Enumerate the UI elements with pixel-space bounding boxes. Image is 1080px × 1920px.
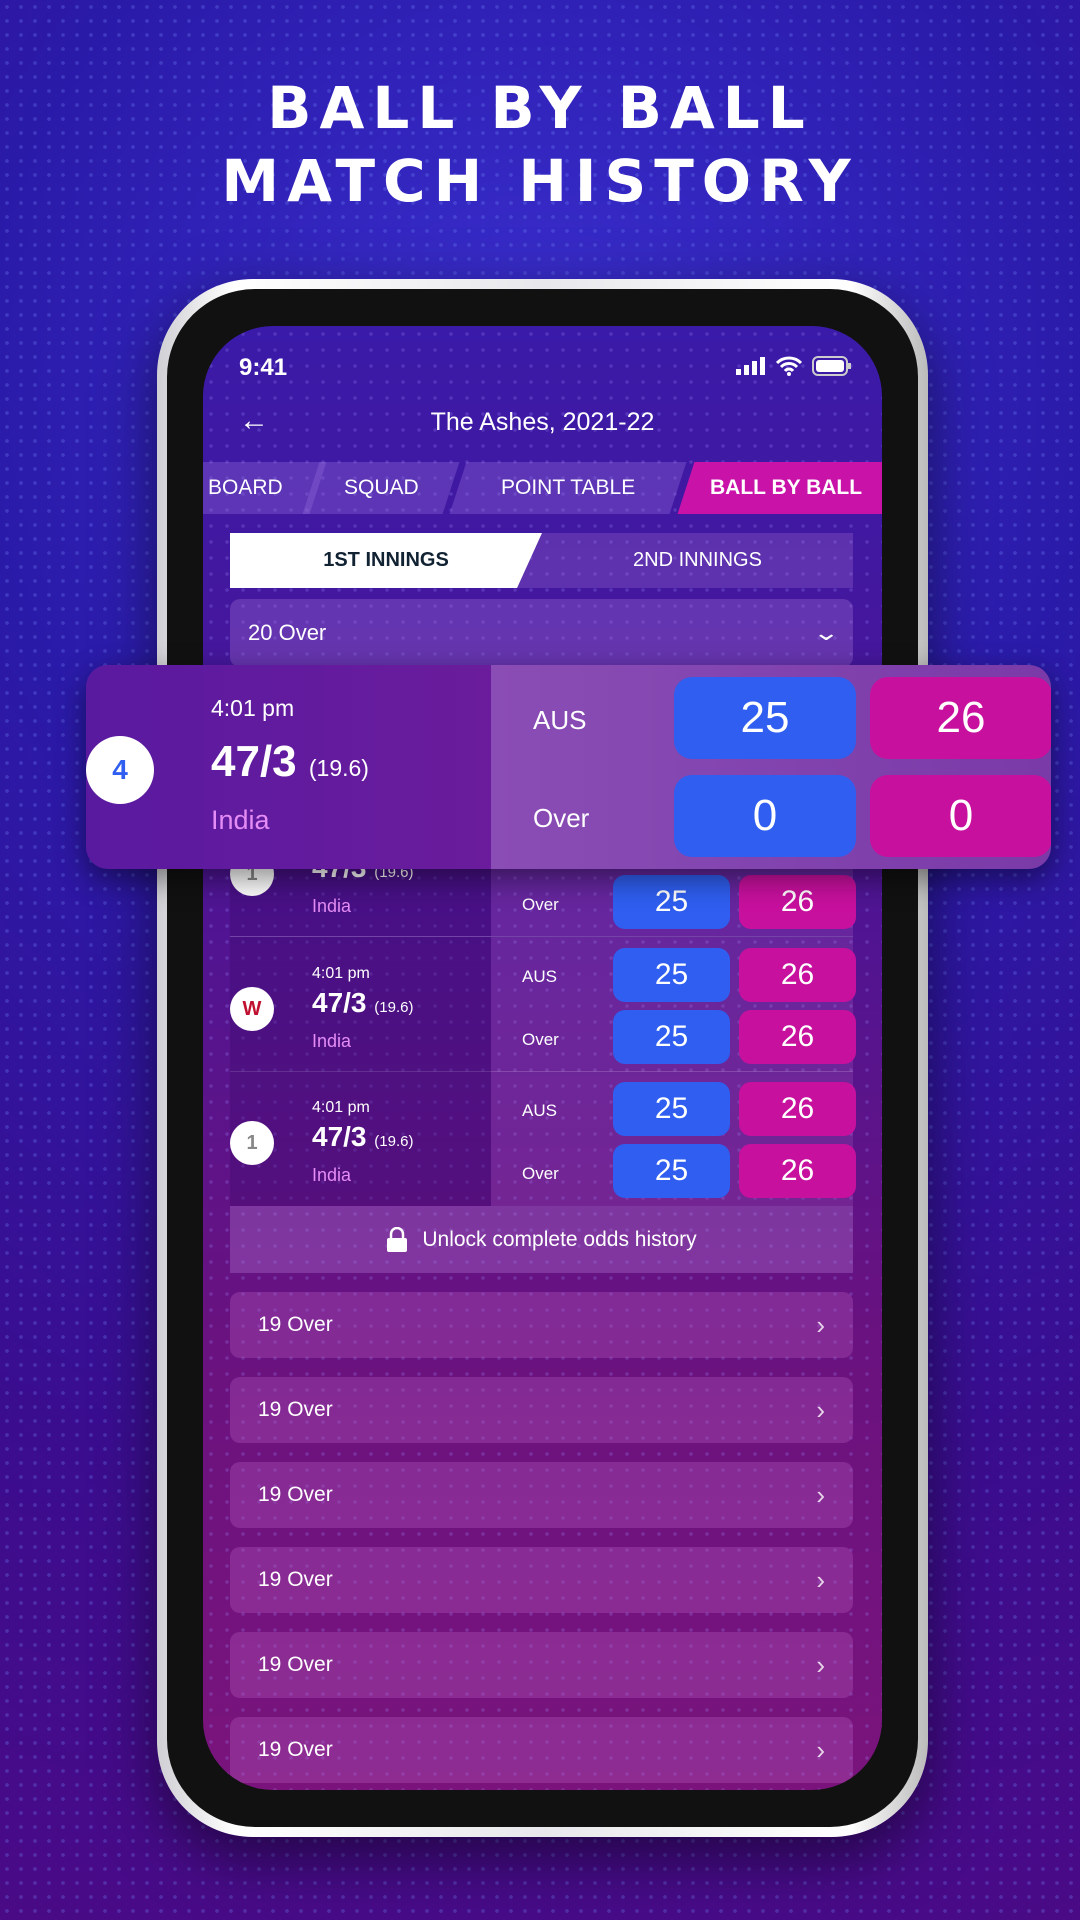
odds-lay-button[interactable]: 26 [739,1010,856,1064]
app-screen: 9:41 ← The Ashes, 2021-22 BOARD SQUAD PO… [203,326,882,1790]
ball-result-badge: W [230,987,274,1031]
ball-result-badge: 1 [230,1121,274,1165]
ball-score: 47/3 (19.6) [312,1121,414,1152]
odds-label: Over [522,1164,559,1183]
odds-back-button[interactable]: 25 [613,1144,730,1198]
page-title: The Ashes, 2021-22 [430,408,655,436]
headline-line2: MATCH HISTORY [221,147,859,215]
over-item[interactable]: 19 Over › [230,1377,853,1443]
lock-icon [387,1226,408,1252]
odds-label: AUS [533,705,587,735]
tab-squad[interactable]: SQUAD [302,462,460,514]
over-item[interactable]: 19 Over › [230,1462,853,1528]
ball-time: 4:01 pm [211,695,295,721]
batting-team: India [312,1031,352,1051]
batting-team: India [312,896,352,916]
battery-icon [812,356,851,376]
odds-back-button[interactable]: 25 [674,677,856,759]
odds-lay-button[interactable]: 26 [739,1082,856,1136]
odds-back-button[interactable]: 25 [613,948,730,1002]
odds-back-button[interactable]: 25 [613,1082,730,1136]
status-icons [736,356,852,376]
ball-time: 4:01 pm [312,965,370,982]
ball-row: 1 4:01 pm 47/3 (19.6) India AUS Over 25 … [230,1071,856,1206]
odds-label: AUS [522,967,557,986]
batting-team: India [211,805,270,835]
ball-row: W 4:01 pm 47/3 (19.6) India AUS Over 25 … [230,937,856,1072]
odds-back-button[interactable]: 25 [613,1010,730,1064]
ball-score: 47/3 (19.6) [211,737,369,786]
odds-lay-button[interactable]: 26 [870,677,1051,759]
chevron-right-icon: › [816,1564,825,1595]
status-time: 9:41 [239,354,288,381]
signal-icon [736,357,765,375]
over-item[interactable]: 19 Over › [230,1717,853,1783]
odds-lay-button[interactable]: 26 [739,1144,856,1198]
odds-lay-button[interactable]: 0 [870,775,1051,857]
tab-point-table[interactable]: POINT TABLE [449,462,687,514]
odds-label: Over [533,803,590,833]
featured-ball-card: 4 4:01 pm 47/3 (19.6) India AUS Over 25 … [86,665,1051,869]
chevron-down-icon: ⌄ [811,620,840,645]
chevron-right-icon: › [816,1309,825,1340]
ball-score: 47/3 (19.6) [312,987,414,1018]
over-dropdown[interactable]: 20 Over ⌄ [230,599,853,667]
chevron-right-icon: › [816,1394,825,1425]
odds-label: Over [522,1030,559,1049]
odds-label: AUS [522,1101,557,1120]
chevron-right-icon: › [816,1649,825,1680]
odds-back-button[interactable]: 25 [613,875,730,929]
tab-ball-by-ball[interactable]: BALL BY BALL [677,462,882,514]
chevron-right-icon: › [816,1734,825,1765]
over-item[interactable]: 19 Over › [230,1547,853,1613]
odds-lay-button[interactable]: 26 [739,948,856,1002]
unlock-history-button[interactable]: Unlock complete odds history [230,1206,853,1273]
ball-time: 4:01 pm [312,1099,370,1116]
wifi-icon [776,356,802,376]
chevron-right-icon: › [816,1479,825,1510]
odds-back-button[interactable]: 0 [674,775,856,857]
odds-lay-button[interactable]: 26 [739,875,856,929]
over-item[interactable]: 19 Over › [230,1292,853,1358]
ball-result-badge: 4 [86,736,154,804]
odds-label: Over [522,895,559,914]
tab-2nd-innings[interactable]: 2ND INNINGS [542,533,853,588]
batting-team: India [312,1165,352,1185]
headline-line1: BALL BY BALL [267,74,813,142]
over-item[interactable]: 19 Over › [230,1632,853,1698]
tab-1st-innings[interactable]: 1ST INNINGS [230,533,542,588]
